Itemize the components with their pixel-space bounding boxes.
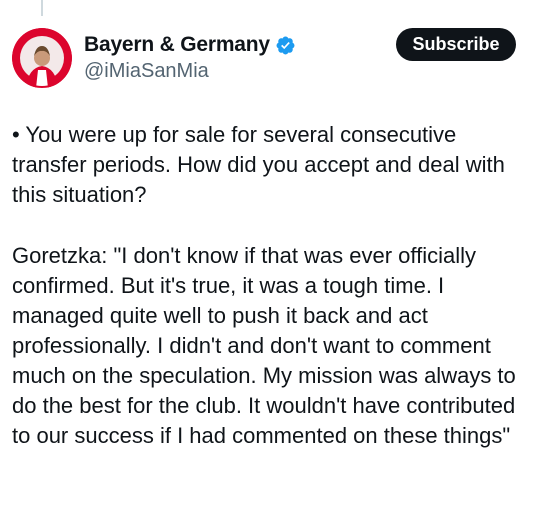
avatar-image [12, 28, 72, 88]
subscribe-button[interactable]: Subscribe [396, 28, 516, 61]
author-info: Bayern & Germany @iMiaSanMia [84, 32, 296, 83]
avatar[interactable] [12, 28, 72, 88]
tweet-text: • You were up for sale for several conse… [12, 120, 534, 451]
tweet-header: Bayern & Germany @iMiaSanMia Subscribe [0, 16, 540, 96]
display-name[interactable]: Bayern & Germany [84, 33, 270, 57]
verified-badge-icon [275, 35, 296, 56]
tweet-question: • You were up for sale for several conse… [12, 122, 505, 207]
tweet-answer: Goretzka: "I don't know if that was ever… [12, 243, 516, 448]
thread-connector-line [41, 0, 43, 16]
user-handle[interactable]: @iMiaSanMia [84, 60, 296, 83]
